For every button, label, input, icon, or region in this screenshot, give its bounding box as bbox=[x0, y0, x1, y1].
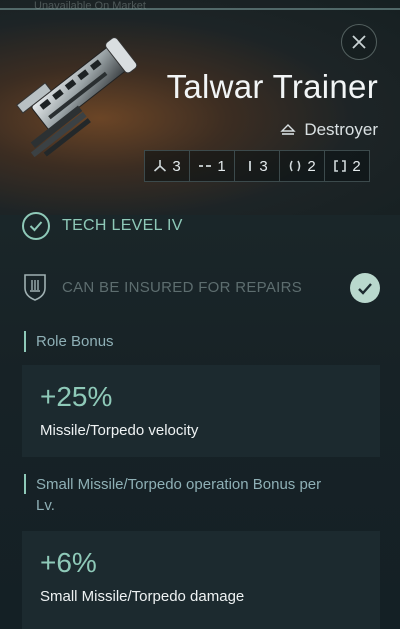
faded-header-text: Unavailable On Market bbox=[34, 0, 146, 12]
close-button[interactable] bbox=[341, 24, 377, 60]
high-slot: 3 bbox=[234, 150, 280, 182]
close-icon bbox=[352, 35, 366, 49]
operation-bonus-value: +6% bbox=[40, 547, 97, 578]
mid-slot: 2 bbox=[279, 150, 325, 182]
high-slot-count: 3 bbox=[259, 157, 268, 175]
tech-level-row: TECH LEVEL IV bbox=[22, 212, 183, 240]
insurance-check-icon bbox=[350, 273, 380, 303]
turret-slot: 3 bbox=[144, 150, 190, 182]
launcher-slot-count: 1 bbox=[217, 157, 226, 175]
high-slot-icon bbox=[249, 161, 252, 171]
operation-bonus-card: +6% Small Missile/Torpedo damage bbox=[22, 531, 380, 629]
turret-slot-count: 3 bbox=[172, 157, 181, 175]
launcher-hardpoint-icon bbox=[199, 165, 212, 167]
role-bonus-header: Role Bonus bbox=[24, 331, 114, 352]
insurance-shield-icon bbox=[24, 274, 46, 301]
ship-class-label: Destroyer bbox=[304, 120, 378, 139]
low-slot-icon bbox=[334, 160, 347, 172]
operation-bonus-title: Small Missile/Torpedo operation Bonus pe… bbox=[36, 476, 322, 514]
launcher-slot: 1 bbox=[189, 150, 235, 182]
role-bonus-value: +25% bbox=[40, 381, 113, 412]
role-bonus-description: Missile/Torpedo velocity bbox=[40, 422, 199, 439]
tech-level-label: TECH LEVEL IV bbox=[62, 217, 183, 234]
operation-bonus-description: Small Missile/Torpedo damage bbox=[40, 588, 245, 605]
section-marker bbox=[24, 474, 26, 494]
low-slot-count: 2 bbox=[352, 157, 361, 175]
insurance-label: CAN BE INSURED FOR REPAIRS bbox=[62, 278, 303, 296]
section-marker bbox=[24, 331, 26, 352]
turret-hardpoint-icon bbox=[154, 160, 167, 172]
insurance-row: CAN BE INSURED FOR REPAIRS bbox=[22, 272, 302, 302]
tech-level-check-icon bbox=[22, 212, 50, 240]
mid-slot-count: 2 bbox=[307, 157, 316, 175]
mid-slot-icon bbox=[290, 160, 301, 172]
operation-bonus-header: Small Missile/Torpedo operation Bonus pe… bbox=[24, 474, 336, 516]
low-slot: 2 bbox=[324, 150, 370, 182]
ship-title: Talwar Trainer bbox=[166, 68, 378, 105]
role-bonus-card: +25% Missile/Torpedo velocity bbox=[22, 365, 380, 457]
ship-image bbox=[16, 37, 138, 158]
slot-layout: 3 1 3 2 2 bbox=[144, 150, 370, 182]
role-bonus-title: Role Bonus bbox=[36, 333, 114, 350]
destroyer-class-icon bbox=[280, 124, 297, 135]
ship-class: Destroyer bbox=[280, 120, 378, 140]
